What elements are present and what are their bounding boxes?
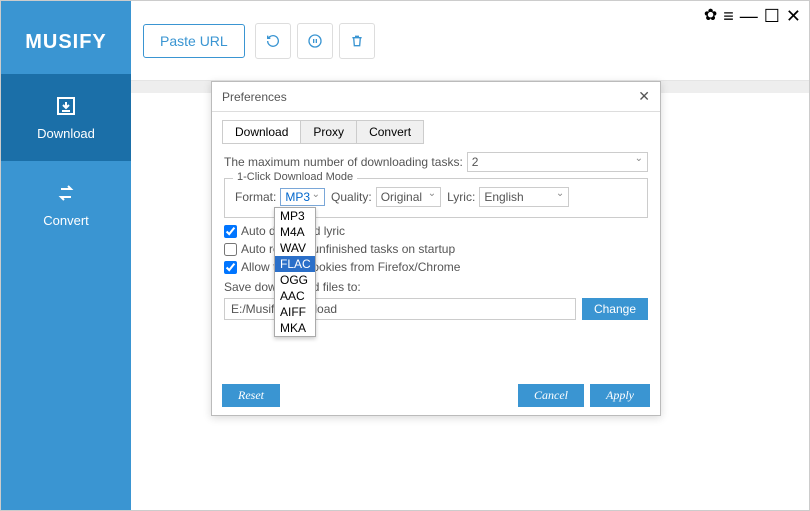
tab-download[interactable]: Download [223, 121, 301, 143]
oneclick-legend: 1-Click Download Mode [233, 171, 357, 183]
reset-button[interactable]: Reset [222, 384, 280, 407]
brand-logo: MUSIFY [1, 1, 131, 74]
tab-proxy[interactable]: Proxy [301, 121, 357, 143]
format-option-wav[interactable]: WAV [275, 240, 315, 256]
dialog-footer: Reset Cancel Apply [222, 384, 650, 407]
window-controls: ✿ ≡ — ☐ ✕ [704, 7, 801, 25]
dialog-header: Preferences ✕ [212, 82, 660, 112]
format-option-mka[interactable]: MKA [275, 320, 315, 336]
format-label: Format: [235, 190, 276, 204]
trash-icon [349, 33, 365, 49]
cookies-checkbox[interactable] [224, 261, 237, 274]
sidebar-item-convert[interactable]: Convert [1, 161, 131, 248]
format-option-flac[interactable]: FLAC [275, 256, 315, 272]
sidebar-item-label: Download [1, 126, 131, 141]
maximize-icon[interactable]: ☐ [764, 7, 780, 25]
minimize-icon[interactable]: — [740, 7, 758, 25]
format-option-mp3[interactable]: MP3 [275, 208, 315, 224]
quality-select[interactable]: Original [376, 187, 441, 207]
settings-icon[interactable]: ✿ [704, 8, 717, 24]
format-select[interactable]: MP3 [280, 188, 325, 206]
max-tasks-select[interactable]: 2 [467, 152, 648, 172]
convert-icon [54, 181, 78, 205]
refresh-button[interactable] [255, 23, 291, 59]
sidebar-item-label: Convert [1, 213, 131, 228]
lyric-label: Lyric: [447, 190, 475, 204]
sidebar-item-download[interactable]: Download [1, 74, 131, 161]
delete-button[interactable] [339, 23, 375, 59]
lyric-select[interactable]: English [479, 187, 569, 207]
pause-button[interactable] [297, 23, 333, 59]
format-option-m4a[interactable]: M4A [275, 224, 315, 240]
change-button[interactable]: Change [582, 298, 648, 320]
pause-icon [307, 33, 323, 49]
dialog-title: Preferences [222, 90, 287, 104]
close-icon[interactable]: ✕ [638, 88, 650, 105]
tab-convert[interactable]: Convert [357, 121, 423, 143]
auto-dl-lyric-checkbox[interactable] [224, 225, 237, 238]
format-option-ogg[interactable]: OGG [275, 272, 315, 288]
close-window-icon[interactable]: ✕ [786, 7, 801, 25]
paste-url-button[interactable]: Paste URL [143, 24, 245, 58]
format-option-aiff[interactable]: AIFF [275, 304, 315, 320]
quality-label: Quality: [331, 190, 372, 204]
tab-bar: Download Proxy Convert [222, 120, 424, 144]
format-dropdown: MP3 M4A WAV FLAC OGG AAC AIFF MKA [274, 207, 316, 337]
apply-button[interactable]: Apply [590, 384, 650, 407]
menu-icon[interactable]: ≡ [723, 7, 734, 25]
sidebar: MUSIFY Download Convert [1, 1, 131, 510]
auto-resume-checkbox[interactable] [224, 243, 237, 256]
format-option-aac[interactable]: AAC [275, 288, 315, 304]
refresh-icon [265, 33, 281, 49]
download-icon [54, 94, 78, 118]
max-tasks-label: The maximum number of downloading tasks: [224, 155, 463, 169]
cancel-button[interactable]: Cancel [518, 384, 584, 407]
